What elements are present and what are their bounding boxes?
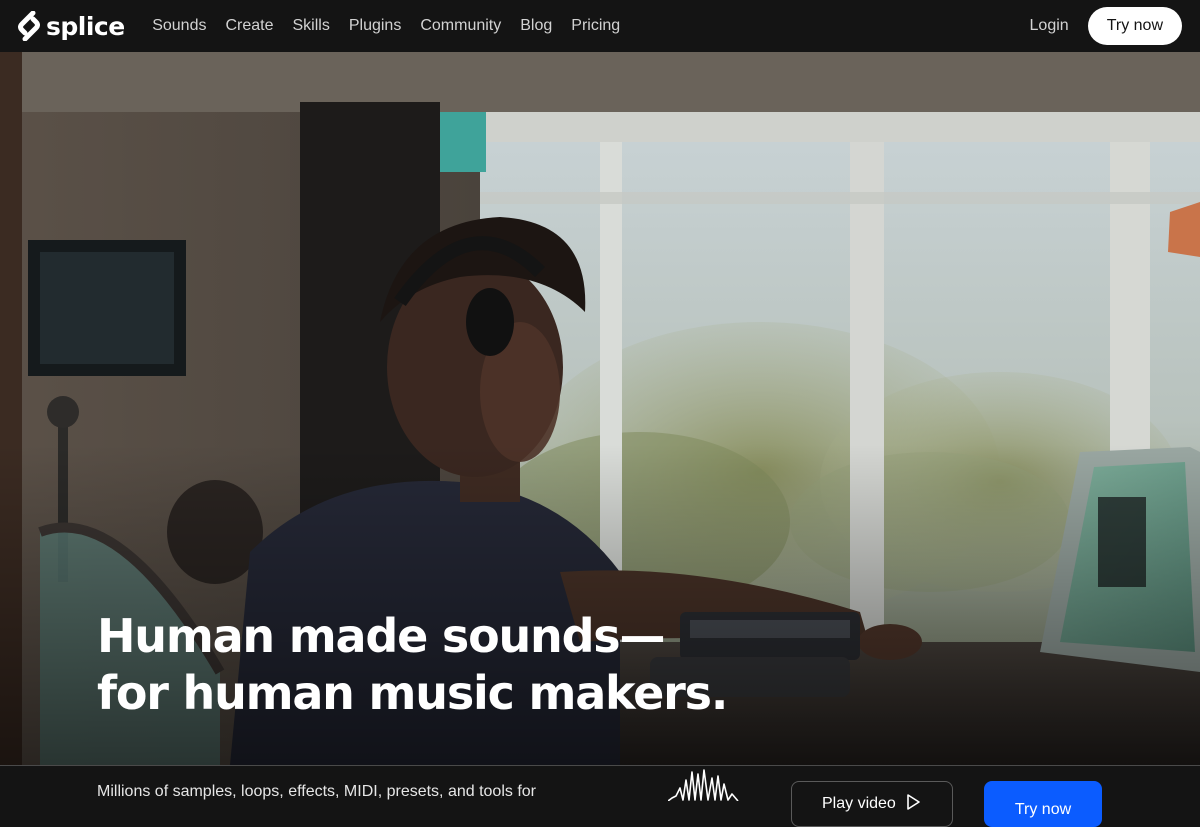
play-icon: [906, 793, 920, 815]
nav-links: Sounds Create Skills Plugins Community B…: [143, 17, 630, 35]
nav-link-create[interactable]: Create: [216, 17, 283, 35]
nav-link-pricing[interactable]: Pricing: [562, 17, 630, 35]
login-link[interactable]: Login: [1030, 17, 1069, 35]
nav-link-community[interactable]: Community: [411, 17, 511, 35]
try-now-cta-button[interactable]: Try now: [984, 781, 1102, 827]
splice-logo-icon: [18, 11, 40, 41]
hero-section: Human made sounds— for human music maker…: [0, 52, 1200, 765]
splice-logo[interactable]: splice: [18, 11, 125, 41]
play-video-button[interactable]: Play video: [791, 781, 953, 827]
try-now-nav-button[interactable]: Try now: [1087, 7, 1182, 45]
hero-headline: Human made sounds— for human music maker…: [97, 608, 728, 722]
nav-link-blog[interactable]: Blog: [511, 17, 562, 35]
nav-link-skills[interactable]: Skills: [283, 17, 339, 35]
hero-footer-strip: Millions of samples, loops, effects, MID…: [0, 765, 1200, 827]
hero-description: Millions of samples, loops, effects, MID…: [97, 783, 536, 800]
nav-link-sounds[interactable]: Sounds: [143, 17, 216, 35]
waveform-icon: [668, 769, 739, 801]
brand-name: splice: [46, 11, 125, 41]
hero-headline-line-2: for human music makers.: [97, 666, 728, 720]
nav-actions: Login Try now: [1030, 7, 1182, 45]
top-navigation: splice Sounds Create Skills Plugins Comm…: [0, 0, 1200, 52]
nav-link-plugins[interactable]: Plugins: [339, 17, 410, 35]
play-video-label: Play video: [822, 795, 896, 812]
hero-headline-line-1: Human made sounds—: [97, 609, 665, 663]
